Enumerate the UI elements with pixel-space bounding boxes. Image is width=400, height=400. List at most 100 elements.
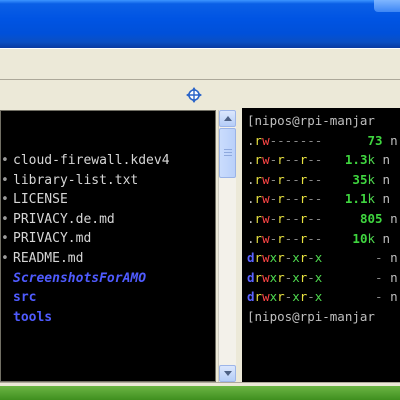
file-name: ScreenshotsForAMO xyxy=(13,270,147,286)
perm-string: rwxr-xr-x xyxy=(254,289,323,305)
file-list-item[interactable]: ScreenshotsForAMO xyxy=(1,269,215,289)
file-list-item[interactable]: • PRIVACY.md xyxy=(1,229,215,249)
file-list-item[interactable]: • LICENSE xyxy=(1,190,215,210)
perm-string: rw-r--r-- xyxy=(254,171,323,187)
terminal-ls-line: drwxr-xr-x - n xyxy=(242,287,400,307)
file-name: LICENSE xyxy=(13,192,68,208)
terminal-prompt-end: [nipos@rpi-manjar xyxy=(247,308,375,324)
file-list-item[interactable]: tools xyxy=(1,308,215,328)
owner-truncated: n xyxy=(382,230,391,246)
terminal-ls-line: .rw-r--r-- 805 n xyxy=(242,209,400,229)
perm-type: . xyxy=(247,191,255,207)
owner-truncated: n xyxy=(382,171,391,187)
file-size: - xyxy=(375,269,383,285)
perm-string: rw-r--r-- xyxy=(254,210,323,226)
titlebar-button-edge[interactable] xyxy=(374,0,400,12)
file-list-item[interactable]: • PRIVACY.de.md xyxy=(1,210,215,230)
file-list-item[interactable]: • cloud-firewall.kdev4 xyxy=(1,151,215,171)
perm-string: rwxr-xr-x xyxy=(254,269,323,285)
perm-string: rw-r--r-- xyxy=(254,152,323,168)
arrow-up-icon xyxy=(224,116,232,121)
file-list-item[interactable]: • README.md xyxy=(1,249,215,269)
perm-type: . xyxy=(247,132,255,148)
terminal-ls-line: .rw-r--r-- 1.1k n xyxy=(242,189,400,209)
window-titlebar[interactable] xyxy=(0,0,400,48)
perm-type: d xyxy=(247,250,255,266)
file-list-item[interactable]: src xyxy=(1,288,215,308)
perm-type: . xyxy=(247,230,255,246)
owner-truncated: n xyxy=(390,289,398,305)
terminal-ls-line: drwxr-xr-x - n xyxy=(242,248,400,268)
terminal[interactable]: [nipos@rpi-manjar .rw------- 73 n .rw-r--… xyxy=(242,108,400,382)
perm-string: rw------- xyxy=(254,132,323,148)
file-name: cloud-firewall.kdev4 xyxy=(13,153,170,168)
perm-type: d xyxy=(247,269,255,285)
grip-line xyxy=(224,155,232,156)
owner-truncated: n xyxy=(390,210,398,226)
owner-truncated: n xyxy=(390,132,398,148)
file-bullet-icon: • xyxy=(1,250,9,266)
file-name: README.md xyxy=(13,250,84,266)
terminal-ls-line: .rw------- 73 n xyxy=(242,131,400,151)
file-name: library-list.txt xyxy=(13,172,139,188)
size-unit: k xyxy=(367,230,376,246)
perm-string: rw-r--r-- xyxy=(254,191,323,207)
file-bullet-icon: • xyxy=(1,153,9,168)
perm-type: . xyxy=(247,152,255,168)
file-list[interactable]: • cloud-firewall.kdev4 • library-list.txt • L… xyxy=(0,110,216,382)
file-list-scrollbar[interactable] xyxy=(218,110,236,382)
file-size: 805 xyxy=(359,210,383,226)
scroll-thumb[interactable] xyxy=(219,128,236,178)
scroll-up-button[interactable] xyxy=(219,110,236,127)
file-browser-toolbar xyxy=(0,80,218,108)
file-bullet-icon: • xyxy=(1,192,9,208)
file-name: PRIVACY.de.md xyxy=(13,211,115,227)
file-name: tools xyxy=(13,309,53,325)
grip-line xyxy=(224,152,232,153)
size-unit: k xyxy=(367,171,376,187)
owner-truncated: n xyxy=(382,152,391,168)
terminal-ls-line: .rw-r--r-- 1.3k n xyxy=(242,150,400,170)
file-size: 73 xyxy=(367,132,383,148)
perm-string: rw-r--r-- xyxy=(254,230,323,246)
arrow-down-icon xyxy=(224,371,232,376)
file-browser-pane: • cloud-firewall.kdev4 • library-list.txt • L… xyxy=(0,80,218,385)
owner-truncated: n xyxy=(390,269,398,285)
file-size: - xyxy=(375,250,383,266)
file-name: PRIVACY.md xyxy=(13,231,92,247)
file-size: 35 xyxy=(352,171,368,187)
perm-type: . xyxy=(247,210,255,226)
size-unit: k xyxy=(367,152,375,168)
file-bullet-icon: • xyxy=(1,231,9,247)
dock-restore-icon[interactable] xyxy=(186,87,202,103)
scroll-down-button[interactable] xyxy=(219,365,236,382)
perm-type: . xyxy=(247,171,255,187)
taskbar xyxy=(0,386,400,400)
file-size: 10 xyxy=(352,230,368,246)
file-size: - xyxy=(375,289,383,305)
size-unit: k xyxy=(367,191,375,207)
terminal-prompt: [nipos@rpi-manjar xyxy=(247,113,375,128)
file-size: 1.1 xyxy=(344,191,368,207)
terminal-ls-line: drwxr-xr-x - n xyxy=(242,268,400,288)
file-size: 1.3 xyxy=(344,152,368,168)
file-bullet-icon: • xyxy=(1,172,9,188)
terminal-ls-line: .rw-r--r-- 35k n xyxy=(242,170,400,190)
file-list-item[interactable]: • library-list.txt xyxy=(1,171,215,191)
file-bullet-icon: • xyxy=(1,211,9,227)
